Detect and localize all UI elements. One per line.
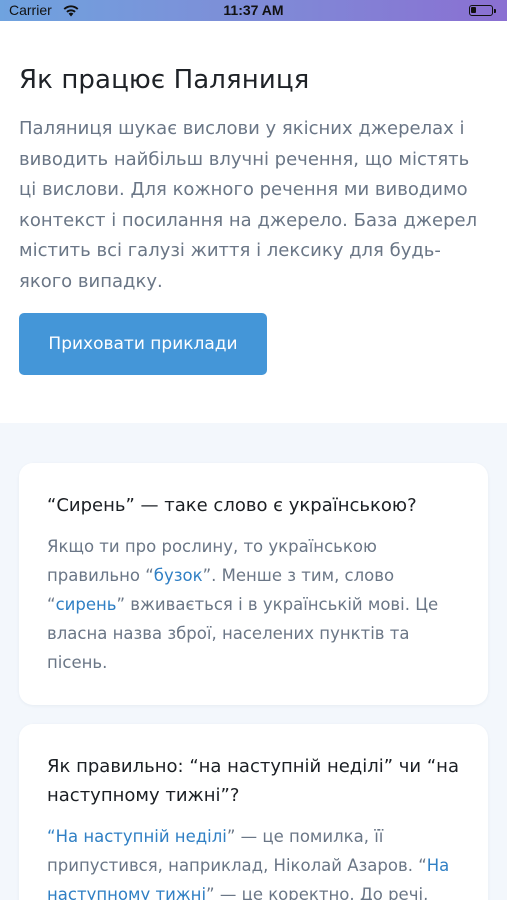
phrase-link-next-sunday[interactable]: На наступній неділі xyxy=(56,827,227,846)
example-card: “Сирень” — таке слово є українською? Якщ… xyxy=(19,463,488,705)
example-card: Як правильно: “на наступній неділі” чи “… xyxy=(19,724,488,900)
examples-section: “Сирень” — таке слово є українською? Якщ… xyxy=(0,423,507,900)
clock: 11:37 AM xyxy=(223,2,284,18)
example-question: “Сирень” — таке слово є українською? xyxy=(47,495,417,516)
intro-description: Паляниця шукає вислови у якісних джерела… xyxy=(19,118,478,292)
answer-text: “ xyxy=(47,827,56,846)
answer-text: ” — це коректно. До речі, xyxy=(206,885,429,900)
page-title: Як працює Паляниця xyxy=(19,65,310,95)
intro-section: Як працює Паляниця Паляниця шукає вислов… xyxy=(19,62,489,297)
status-bar: Carrier 11:37 AM xyxy=(0,0,507,21)
hide-examples-button[interactable]: Приховати приклади xyxy=(19,313,267,375)
example-answer: Якщо ти про рослину, то українською прав… xyxy=(47,532,460,677)
word-link-buzok[interactable]: бузок xyxy=(154,566,203,585)
word-link-siren[interactable]: сирень xyxy=(56,595,117,614)
example-answer: “На наступній неділі” — це помилка, її п… xyxy=(47,822,460,900)
example-question: Як правильно: “на наступній неділі” чи “… xyxy=(47,756,459,806)
battery-icon xyxy=(469,5,496,16)
battery-level xyxy=(471,7,476,13)
